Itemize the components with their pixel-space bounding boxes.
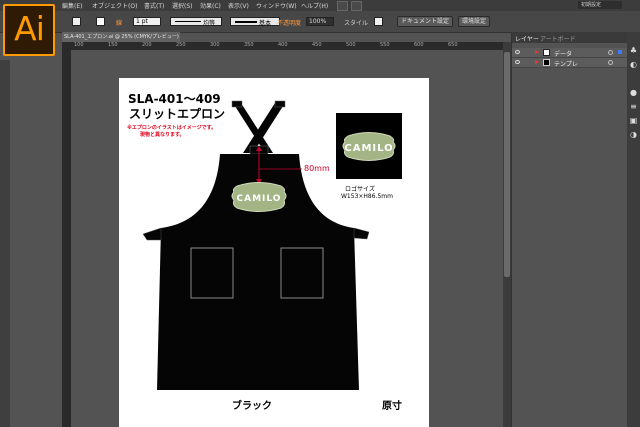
layer-thumbnail <box>543 49 550 56</box>
layer-row[interactable]: テンプレ <box>512 58 628 68</box>
logo-sample-text: CAMILO <box>344 143 393 154</box>
logo-sample-graphic: CAMILO <box>342 132 396 161</box>
menu-bar: 編集(E) オブジェクト(O) 書式(T) 選択(S) 効果(C) 表示(V) … <box>0 0 640 11</box>
ruler-label: 600 <box>414 42 424 48</box>
layer-row[interactable]: データ <box>512 48 628 58</box>
symbols-icon[interactable]: ● <box>629 88 638 97</box>
ruler-label: 650 <box>448 42 458 48</box>
profile-value: 均等 <box>203 20 216 27</box>
stroke-weight-field[interactable]: 1 pt <box>133 17 161 26</box>
menu-effect[interactable]: 効果(C) <box>200 1 221 10</box>
arrange-documents-button[interactable] <box>351 1 362 11</box>
ruler-label: 100 <box>74 42 84 48</box>
document-tab-title: SLA-401_エプロン.ai @ 25% (CMYK/プレビュー) <box>64 34 179 40</box>
layer-thumbnail <box>543 59 550 66</box>
workspace-switcher[interactable]: 初期設定 <box>578 1 622 9</box>
color-name: ブラック <box>232 401 272 412</box>
apron-strap-right-top <box>274 100 286 108</box>
menu-help[interactable]: ヘルプ(H) <box>301 1 328 10</box>
eye-icon[interactable] <box>515 60 520 64</box>
brush-value: 基本 <box>259 20 272 27</box>
target-icon[interactable] <box>608 60 613 65</box>
tools-panel[interactable] <box>0 60 10 427</box>
stroke-label[interactable]: 線 <box>116 18 122 27</box>
scale-label: 原寸 <box>382 401 402 412</box>
apron-tie-right <box>353 227 370 240</box>
ruler-label: 200 <box>142 42 152 48</box>
stroke-icon[interactable]: ≡ <box>629 102 638 111</box>
brush-definition[interactable]: 基本 <box>230 17 280 27</box>
fill-swatch[interactable] <box>72 17 81 26</box>
gradient-icon[interactable]: ▣ <box>629 116 638 125</box>
panel-dock: ♣ ◐ ● ≡ ▣ ◑ <box>627 32 640 427</box>
artboard[interactable]: SLA-401〜409 スリットエプロン ※エプロンのイラストはイメージです。 … <box>119 78 429 427</box>
scrollbar-thumb[interactable] <box>504 52 510 277</box>
menu-select[interactable]: 選択(S) <box>172 1 193 10</box>
logo-size-value: W153×H86.5mm <box>341 193 393 200</box>
ruler-label: 400 <box>278 42 288 48</box>
tab-artboards[interactable]: アートボード <box>540 34 576 43</box>
swatches-icon[interactable]: ◐ <box>629 60 638 69</box>
vertical-scrollbar[interactable] <box>503 42 511 427</box>
target-icon[interactable] <box>608 50 613 55</box>
graphic-style-swatch[interactable] <box>374 17 383 26</box>
apron-logo-text: CAMILO <box>237 194 282 204</box>
stroke-swatch[interactable] <box>96 17 105 26</box>
ruler-label: 450 <box>312 42 322 48</box>
color-icon[interactable]: ♣ <box>629 46 638 55</box>
expand-arrow-icon[interactable] <box>535 50 539 54</box>
panel-tabs: レイヤー アートボード <box>512 32 628 43</box>
variable-width-profile[interactable]: 均等 <box>170 17 222 27</box>
menu-view[interactable]: 表示(V) <box>228 1 249 10</box>
vertical-ruler[interactable] <box>62 50 71 427</box>
ruler-label: 250 <box>176 42 186 48</box>
apron-strap-left-top <box>231 100 243 108</box>
ruler-label: 150 <box>108 42 118 48</box>
dimension-label: 80mm <box>304 164 330 173</box>
control-bar: 線 1 pt 均等 基本 不透明度 100% スタイル ドキュメント設定 環境設… <box>0 11 640 33</box>
opacity-label[interactable]: 不透明度 <box>277 18 301 27</box>
ruler-label: 300 <box>210 42 220 48</box>
menu-object[interactable]: オブジェクト(O) <box>92 1 137 10</box>
expand-arrow-icon[interactable] <box>535 60 539 64</box>
eye-icon[interactable] <box>515 50 520 54</box>
opacity-field[interactable]: 100% <box>306 17 334 26</box>
horizontal-ruler[interactable]: 100 150 200 250 300 350 400 450 500 550 … <box>62 42 504 50</box>
apron-tie-left <box>142 227 162 241</box>
illustrator-logo: Ai <box>3 4 55 56</box>
tab-layers[interactable]: レイヤー <box>515 34 539 43</box>
selection-indicator[interactable] <box>618 50 622 54</box>
bridge-button[interactable] <box>337 1 348 11</box>
preferences-button[interactable]: 環境設定 <box>458 16 490 27</box>
ruler-label: 550 <box>380 42 390 48</box>
logo-size-heading: ロゴサイズ <box>345 186 375 193</box>
transparency-icon[interactable]: ◑ <box>629 130 638 139</box>
logo-sample[interactable]: CAMILO <box>336 113 402 179</box>
ruler-label: 350 <box>244 42 254 48</box>
menu-edit[interactable]: 編集(E) <box>62 1 82 10</box>
menu-window[interactable]: ウィンドウ(W) <box>256 1 297 10</box>
menu-type[interactable]: 書式(T) <box>144 1 164 10</box>
layer-name[interactable]: テンプレ <box>554 59 578 68</box>
style-label: スタイル <box>344 20 369 27</box>
document-setup-button[interactable]: ドキュメント設定 <box>397 16 453 27</box>
layers-panel: レイヤー アートボード データ テンプレ <box>511 32 628 427</box>
document-tab[interactable]: SLA-401_エプロン.ai @ 25% (CMYK/プレビュー) × <box>62 32 180 42</box>
layer-name[interactable]: データ <box>554 49 572 58</box>
ruler-label: 500 <box>346 42 356 48</box>
